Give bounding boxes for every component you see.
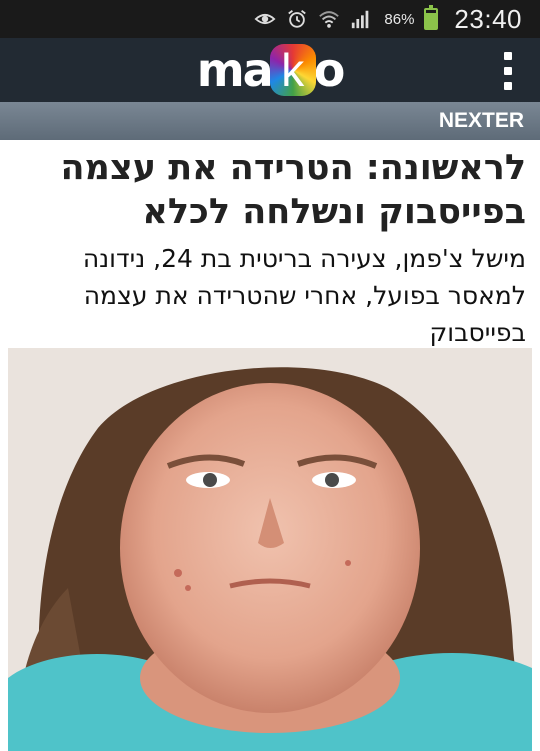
mako-logo[interactable]: ma k o [197,44,345,96]
article: לראשונה: הטרידה את עצמה בפייסבוק ונשלחה … [0,140,540,351]
article-headline[interactable]: לראשונה: הטרידה את עצמה בפייסבוק ונשלחה … [0,140,540,234]
clock: 23:40 [454,3,522,34]
section-bar: NEXTER [0,102,540,140]
article-subheadline: מישל צ'פמן, צעירה בריטית בת 24, נידונה ל… [82,244,526,347]
status-bar: 86% 23:40 [0,0,540,38]
battery-icon [424,5,439,30]
article-photo[interactable] [8,348,532,751]
battery-percent: 86% [384,10,415,28]
eye-icon [254,8,276,30]
section-label[interactable]: NEXTER [439,109,524,133]
overflow-menu-icon[interactable] [498,52,518,90]
app-header: ma k o [0,38,540,102]
signal-icon [350,8,372,30]
wifi-icon [318,8,340,30]
alarm-icon [286,8,308,30]
